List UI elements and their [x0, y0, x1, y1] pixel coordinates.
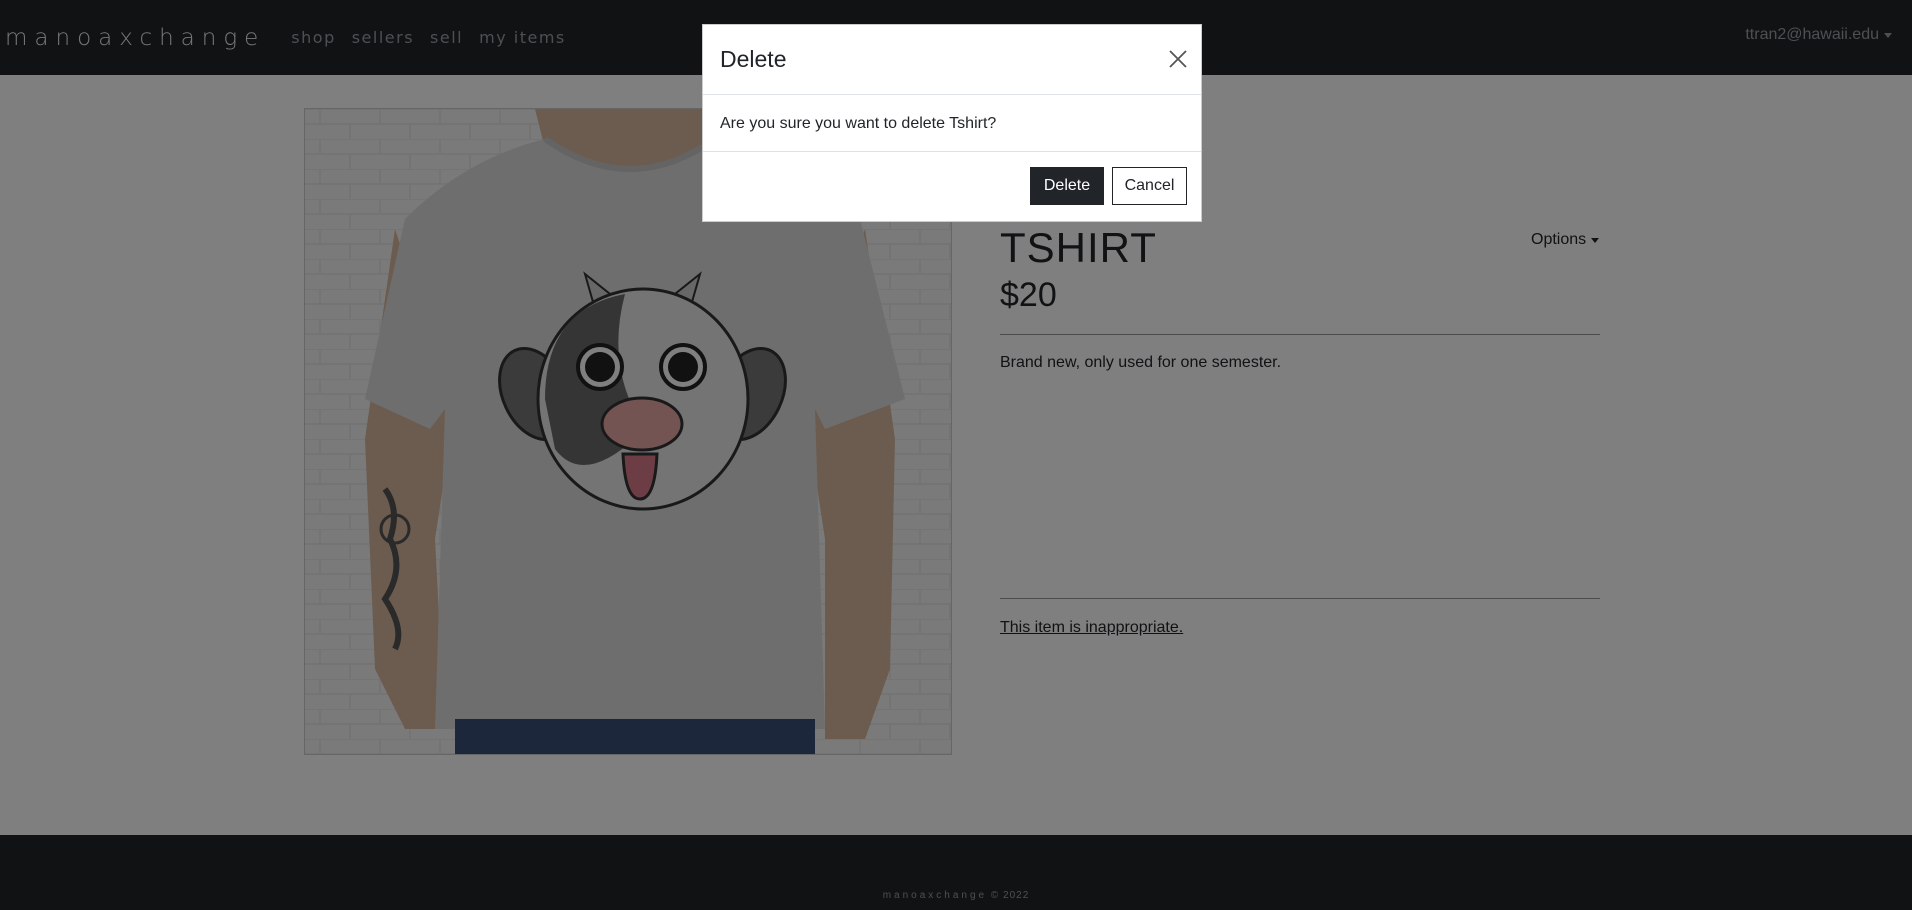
modal-header: Delete — [703, 25, 1201, 95]
delete-button[interactable]: Delete — [1030, 167, 1104, 205]
cancel-button[interactable]: Cancel — [1112, 167, 1187, 205]
modal-body: Are you sure you want to delete Tshirt? — [703, 95, 1201, 152]
modal-message: Are you sure you want to delete Tshirt? — [720, 115, 997, 132]
modal-title: Delete — [720, 46, 787, 72]
close-icon[interactable] — [1168, 49, 1188, 69]
delete-modal: Delete Are you sure you want to delete T… — [702, 24, 1202, 222]
modal-footer: Delete Cancel — [703, 152, 1201, 222]
